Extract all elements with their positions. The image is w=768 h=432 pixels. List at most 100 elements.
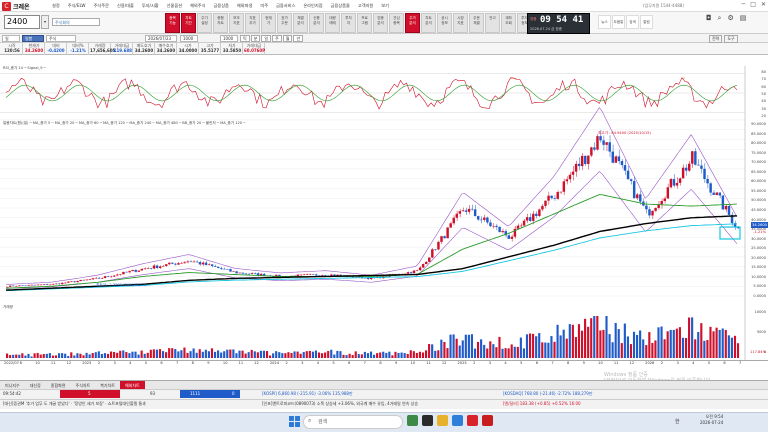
toolbar-button-18[interactable]: 시장 지표	[453, 13, 468, 33]
toolbar-button-8[interactable]: 체결 분석	[293, 13, 308, 33]
menu-item-2[interactable]: 주식주문	[90, 2, 113, 10]
menu-item-12[interactable]: 금융상품몰	[327, 2, 354, 10]
right-icon-2[interactable]: 검색	[626, 15, 639, 29]
volume-bar	[131, 351, 134, 358]
period-tab-0[interactable]: 틱	[240, 35, 250, 42]
camera-icon[interactable]: ◘	[706, 14, 712, 23]
volume-bar	[189, 351, 192, 358]
toolbar-button-17[interactable]: 공시 정보	[437, 13, 452, 33]
edge-icon[interactable]	[452, 415, 463, 426]
right-icon-3[interactable]: 알림	[640, 15, 653, 29]
volume-bar	[388, 351, 391, 358]
toolbar-button-21[interactable]: 계좌 조회	[501, 13, 516, 33]
taskbar-search-input[interactable]: 검색	[303, 415, 403, 429]
volume-bar	[210, 348, 214, 358]
toolbar-button-7[interactable]: 호가 주문	[277, 13, 292, 33]
toolbar-button-0[interactable]: 종목 기능	[165, 13, 180, 33]
date-input[interactable]: 2026/07/23	[145, 35, 177, 42]
stock-chart-svg[interactable]	[0, 55, 768, 369]
toolbar-button-1[interactable]: 차트 기간	[181, 13, 196, 33]
folder-icon[interactable]	[437, 415, 448, 426]
quote-value: 17,656,605	[90, 48, 116, 53]
maximize-icon[interactable]: □	[750, 1, 756, 8]
menu-item-9[interactable]: 미주	[256, 2, 272, 10]
volume-bar	[161, 351, 165, 358]
input-language[interactable]: 한	[675, 418, 680, 425]
toolbar-button-13[interactable]: 업종 분석	[373, 13, 388, 33]
menu-item-13[interactable]: 고객지원	[354, 2, 377, 10]
period-tab-4[interactable]: 월	[282, 35, 293, 42]
toolbar-button-19[interactable]: 주문 체결	[469, 13, 484, 33]
period-tab-1[interactable]: 분	[250, 35, 261, 42]
menu-item-3[interactable]: 신용/대출	[113, 2, 138, 10]
menu-item-4[interactable]: 투자/시황	[138, 2, 163, 10]
candle	[210, 264, 214, 267]
period-tab-active[interactable]: 일봉	[22, 35, 44, 42]
candle	[611, 151, 614, 163]
period-tab-2[interactable]: 일	[261, 35, 272, 42]
menu-item-6[interactable]: 해외주식	[186, 2, 209, 10]
candle	[88, 279, 92, 280]
stock-name-field[interactable]: 주식회의	[52, 18, 100, 26]
volume-bar	[492, 344, 495, 358]
date-label: 4	[129, 361, 132, 365]
menu-item-7[interactable]: 금융상품	[210, 2, 233, 10]
volume-bar	[498, 336, 501, 358]
candle	[437, 241, 440, 250]
tool-button-1[interactable]: 도구	[724, 35, 738, 43]
toolbar-button-10[interactable]: 대량 매매	[325, 13, 340, 33]
volume-bar	[57, 353, 61, 358]
volume-bar	[431, 344, 434, 358]
stock-code-input[interactable]: 2400	[4, 15, 40, 29]
right-icon-1[interactable]: 도움말	[612, 15, 625, 29]
search-icon[interactable]: ⌕	[718, 14, 722, 23]
unit-input[interactable]: 1000	[220, 35, 238, 42]
toolbar-button-9[interactable]: 신용 분석	[309, 13, 324, 33]
volume-bar	[675, 328, 678, 358]
toolbar-button-5[interactable]: 지표 추가	[245, 13, 260, 33]
toolbar-button-6[interactable]: 현재 가	[261, 13, 276, 33]
period-tab-3[interactable]: 주	[272, 35, 282, 42]
volume-bar	[519, 337, 522, 358]
tool-button-0[interactable]: 전략	[709, 35, 723, 43]
volume-bar	[510, 344, 513, 358]
toolbar-button-11[interactable]: 투자 자	[341, 13, 356, 33]
system-clock[interactable]: 오전 9:54 2026-07-24	[700, 414, 723, 426]
app-icon-1[interactable]	[407, 415, 418, 426]
minimize-icon[interactable]: ─	[742, 1, 746, 8]
menu-item-14[interactable]: 보기	[377, 2, 393, 10]
indicator-select[interactable]: 주식	[46, 35, 76, 42]
toolbar-button-20[interactable]: 잔고	[485, 13, 500, 33]
menu-item-8[interactable]: 해외파생	[233, 2, 256, 10]
candle	[406, 272, 410, 274]
toolbar-button-12[interactable]: 프로 그램	[357, 13, 372, 33]
menu-item-11[interactable]: 온라인지점	[299, 2, 326, 10]
menu-item-10[interactable]: 금융서비스	[272, 2, 299, 10]
gear-icon[interactable]: ⚙	[727, 14, 733, 23]
right-icon-0[interactable]: 뉴스	[598, 15, 611, 29]
period-mode-select[interactable]: 일	[2, 35, 20, 42]
creon-app-icon[interactable]	[467, 415, 478, 426]
app-icon-2[interactable]	[422, 415, 433, 426]
close-icon[interactable]: ✕	[761, 1, 766, 8]
candle	[486, 217, 489, 223]
toolbar-button-4[interactable]: 보조 지표	[229, 13, 244, 33]
toolbar-button-2[interactable]: 주기 설정	[197, 13, 212, 33]
period-tab-5[interactable]: 년	[293, 35, 304, 42]
menu-item-5[interactable]: 선물옵션	[163, 2, 186, 10]
news-ticker-left[interactable]: [대신]증권M '추가 업무 도 개굴 받았다' · '정양인 세가 보장' ·…	[3, 399, 258, 408]
candle	[428, 257, 431, 262]
toolbar-button-16[interactable]: 차트 분석	[421, 13, 436, 33]
app-icon-6[interactable]	[482, 415, 493, 426]
chart-settings-icon[interactable]: ▤	[740, 14, 747, 23]
toolbar-button-14[interactable]: 관심 종목	[389, 13, 404, 33]
windows-start-icon[interactable]	[289, 416, 300, 427]
main-menu: 설정 주식/ELW 주식주문 신용/대출 투자/시황 선물옵션 해외주식 금융상품 해외파생 미주…	[48, 2, 393, 10]
news-ticker-mid[interactable]: [인포]엔트로피코드(0890073) 소폭 상승세 +3.06%, 외국계 매…	[262, 399, 498, 408]
count-input[interactable]: 1000	[180, 35, 198, 42]
toolbar-button-15[interactable]: 주가 분석	[405, 13, 420, 33]
toolbar-button-3[interactable]: 종합 차트	[213, 13, 228, 33]
menu-item-1[interactable]: 주식/ELW	[64, 2, 90, 10]
code-dropdown-icon[interactable]: ▾	[41, 15, 49, 29]
menu-item-0[interactable]: 설정	[48, 2, 64, 10]
